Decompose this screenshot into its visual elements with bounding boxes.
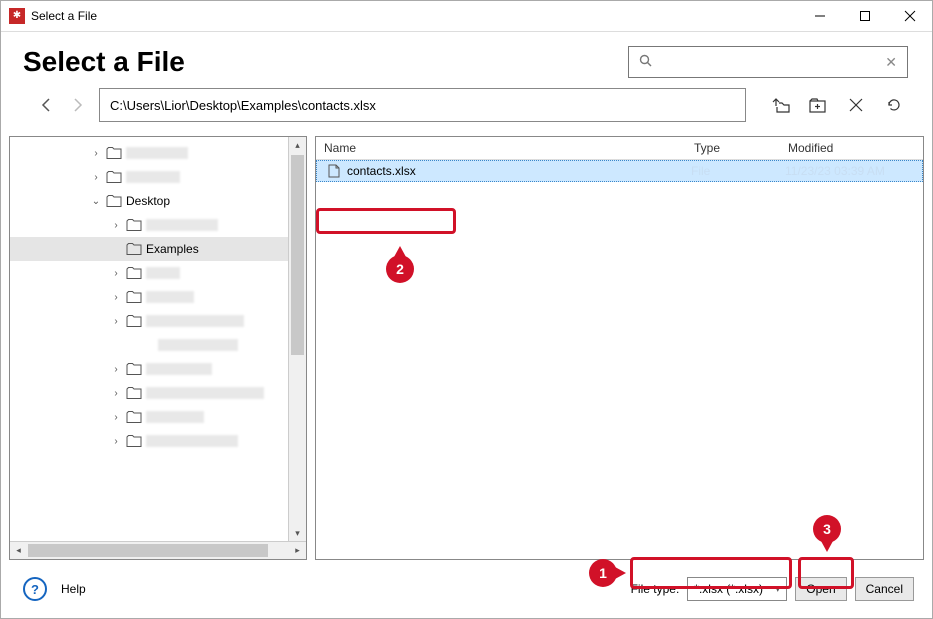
chevron-icon[interactable]: › xyxy=(110,412,122,423)
page-title: Select a File xyxy=(23,46,185,78)
tree-item[interactable]: › xyxy=(10,213,306,237)
chevron-icon[interactable]: › xyxy=(110,292,122,303)
search-input[interactable] xyxy=(660,54,877,71)
tree-item[interactable]: › xyxy=(10,381,306,405)
tree-item-label-redacted xyxy=(126,171,180,183)
cancel-button[interactable]: Cancel xyxy=(855,577,914,601)
app-icon: ✱ xyxy=(9,8,25,24)
tree-item[interactable]: › xyxy=(10,357,306,381)
file-row[interactable]: contacts.xlsxFile11/23/23 03:39 AM xyxy=(316,160,923,182)
file-name: contacts.xlsx xyxy=(347,164,691,178)
search-box[interactable]: ✕ xyxy=(628,46,908,78)
tree-vertical-scrollbar[interactable]: ▴ ▾ xyxy=(288,137,306,542)
clear-search-icon[interactable]: ✕ xyxy=(885,54,897,71)
column-modified[interactable]: Modified xyxy=(788,141,923,155)
tree-item-label-redacted xyxy=(146,435,238,447)
path-input[interactable] xyxy=(99,88,746,122)
tree-item[interactable]: › xyxy=(10,261,306,285)
help-label[interactable]: Help xyxy=(61,582,86,596)
chevron-icon[interactable]: › xyxy=(90,148,102,159)
tree-item-label-redacted xyxy=(146,363,212,375)
filetype-value: *.xlsx (*.xlsx) xyxy=(694,582,763,596)
file-modified: 11/23/23 03:39 AM xyxy=(785,164,922,178)
tree-item[interactable] xyxy=(10,333,306,357)
window-title: Select a File xyxy=(31,9,97,23)
file-list-pane: Name Type Modified contacts.xlsxFile11/2… xyxy=(315,136,924,560)
chevron-down-icon: ▾ xyxy=(775,584,780,595)
chevron-icon[interactable]: ⌄ xyxy=(90,196,102,207)
column-name[interactable]: Name xyxy=(316,141,694,155)
column-type[interactable]: Type xyxy=(694,141,788,155)
tree-item-label-redacted xyxy=(146,387,264,399)
tree-item[interactable]: ⌄ Desktop xyxy=(10,189,306,213)
refresh-button[interactable] xyxy=(880,91,908,119)
chevron-icon[interactable]: › xyxy=(110,364,122,375)
filetype-select[interactable]: *.xlsx (*.xlsx) ▾ xyxy=(687,577,787,601)
tree-item-label-redacted xyxy=(158,339,238,351)
minimize-button[interactable] xyxy=(797,1,842,31)
tree-item[interactable]: Examples xyxy=(10,237,306,261)
chevron-icon[interactable]: › xyxy=(110,388,122,399)
up-folder-button[interactable] xyxy=(766,91,794,119)
forward-button[interactable] xyxy=(67,94,89,116)
back-button[interactable] xyxy=(35,94,57,116)
filetype-label: File type: xyxy=(631,582,680,596)
chevron-icon[interactable]: › xyxy=(110,436,122,447)
column-headers[interactable]: Name Type Modified xyxy=(316,137,923,160)
tree-horizontal-scrollbar[interactable]: ◂ ▸ xyxy=(10,541,306,559)
tree-item[interactable]: › xyxy=(10,405,306,429)
delete-button[interactable] xyxy=(842,91,870,119)
tree-item[interactable]: › xyxy=(10,165,306,189)
tree-item[interactable]: › xyxy=(10,285,306,309)
chevron-icon[interactable]: › xyxy=(90,172,102,183)
open-button[interactable]: Open xyxy=(795,577,846,601)
chevron-icon[interactable]: › xyxy=(110,268,122,279)
tree-item-label: Desktop xyxy=(126,194,170,208)
close-button[interactable] xyxy=(887,1,932,31)
tree-item-label-redacted xyxy=(146,411,204,423)
tree-item[interactable]: › xyxy=(10,429,306,453)
maximize-button[interactable] xyxy=(842,1,887,31)
tree-item-label-redacted xyxy=(146,219,218,231)
search-icon xyxy=(639,54,652,70)
titlebar: ✱ Select a File xyxy=(1,1,932,32)
tree-item[interactable]: › xyxy=(10,309,306,333)
new-folder-button[interactable] xyxy=(804,91,832,119)
folder-tree-pane: › › ⌄ Desktop › Examples › › › › › › › ▴ ▾ ◂ ▸ xyxy=(9,136,307,560)
tree-item-label-redacted xyxy=(146,291,194,303)
tree-item-label-redacted xyxy=(126,147,188,159)
tree-item-label-redacted xyxy=(146,315,244,327)
chevron-icon[interactable]: › xyxy=(110,316,122,327)
help-icon[interactable]: ? xyxy=(23,577,47,601)
chevron-icon[interactable]: › xyxy=(110,220,122,231)
tree-item[interactable]: › xyxy=(10,141,306,165)
file-type: File xyxy=(691,164,785,178)
tree-item-label-redacted xyxy=(146,267,180,279)
tree-item-label: Examples xyxy=(146,242,199,256)
